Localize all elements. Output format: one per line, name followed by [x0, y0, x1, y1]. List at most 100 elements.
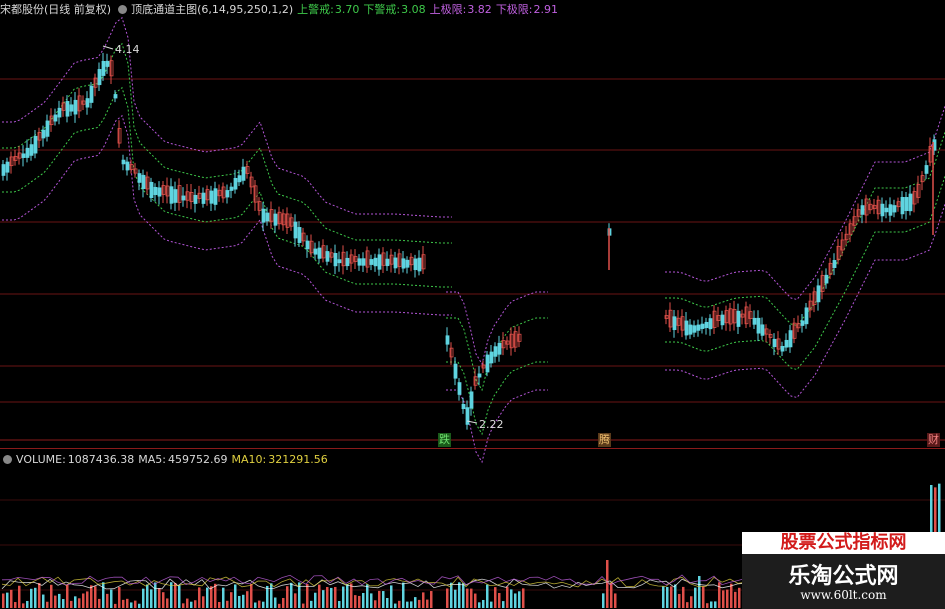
volume-bar [270, 583, 273, 608]
candle-body [97, 69, 102, 86]
volume-bar [398, 600, 401, 608]
volume-bar [294, 593, 297, 608]
volume-bar [198, 587, 201, 608]
candlestick-chart[interactable]: 4.14 2.22 [0, 0, 945, 609]
volume-bar [114, 603, 117, 608]
volume-bar [390, 585, 393, 608]
candle-body [33, 135, 38, 154]
volume-bar [366, 584, 369, 608]
volume-bar [30, 588, 33, 608]
volume-bar [42, 594, 45, 608]
volume-bar [166, 598, 169, 608]
volume-bar [358, 595, 361, 608]
candle-body [25, 147, 30, 158]
candle-body [313, 248, 318, 255]
watermark-top-text: 股票公式指标网 [742, 532, 945, 554]
candle-body [357, 258, 362, 266]
candle-body [385, 258, 390, 267]
candle-body [892, 205, 897, 213]
volume-bar [446, 588, 449, 608]
volume-bar [498, 593, 501, 608]
candle-body [57, 107, 62, 118]
candle-body [417, 257, 422, 272]
ma5-label: MA5: [138, 453, 166, 466]
candle-body [21, 153, 26, 158]
volume-bar [118, 587, 121, 608]
candle-body [265, 212, 270, 222]
marker-teng[interactable]: 腾 [598, 433, 611, 447]
candle-body [860, 205, 865, 215]
candle-body [692, 325, 697, 333]
candle-body [800, 320, 805, 326]
candle-body [325, 251, 330, 262]
volume-bar [22, 603, 25, 608]
volume-bar [74, 596, 77, 608]
candle-body [293, 221, 298, 239]
volume-bar [26, 600, 29, 608]
panel-separator [0, 448, 945, 449]
volume-bar [670, 586, 673, 608]
volume-bar [338, 601, 341, 608]
volume-bar [322, 590, 325, 608]
volume-bar [230, 592, 233, 608]
candle-body [173, 189, 178, 203]
volume-bar [310, 600, 313, 608]
candle-body [137, 173, 142, 183]
candle-body [121, 159, 126, 165]
candle-body [704, 321, 709, 329]
volume-bar [410, 601, 413, 608]
volume-bar [506, 586, 509, 608]
marker-cai[interactable]: 财 [927, 433, 940, 447]
candle-body [201, 192, 206, 204]
volume-bar [106, 593, 109, 608]
candle-body [465, 407, 470, 425]
volume-bar [2, 593, 5, 608]
volume-settings-icon[interactable] [3, 455, 12, 464]
volume-bar [62, 599, 65, 608]
volume-bar [218, 601, 221, 608]
volume-bar [90, 585, 93, 608]
volume-bar [394, 603, 397, 608]
price-gridlines [0, 78, 945, 591]
candle-body [101, 60, 106, 76]
volume-bar [726, 589, 729, 608]
volume-bar [494, 587, 497, 608]
candle-body [5, 161, 10, 173]
candle-body [672, 316, 677, 331]
volume-bar [454, 589, 457, 608]
volume-bar [502, 601, 505, 608]
volume-bar [178, 585, 181, 608]
channel-bands [2, 16, 945, 464]
candle-body [361, 258, 366, 266]
marker-die[interactable]: 跌 [438, 433, 451, 447]
candle-body [497, 342, 502, 355]
volume-bar [150, 589, 153, 608]
candle-body [708, 318, 713, 330]
volume-bar [318, 584, 321, 608]
candle-body [53, 114, 58, 122]
volume-bar [18, 585, 21, 608]
candle-body [125, 161, 130, 171]
volume-bar [98, 598, 101, 608]
volume-bar [330, 587, 333, 608]
candle-body [461, 403, 466, 410]
candle-body [413, 258, 418, 271]
volume-bar [46, 601, 49, 608]
volume-bar [710, 601, 713, 608]
volume-bar [214, 583, 217, 608]
candle-body [493, 346, 498, 357]
volume-bar [354, 595, 357, 608]
volume-bar [202, 596, 205, 608]
candle-body [696, 324, 701, 331]
volume-bar [130, 602, 133, 608]
candle-body [149, 181, 154, 199]
volume-bar [66, 584, 69, 608]
volume-bar [386, 598, 389, 608]
volume-bar [54, 595, 57, 608]
volume-bar [126, 598, 129, 608]
volume-bar [606, 560, 609, 608]
ma10-value: 321291.56 [268, 453, 328, 466]
candle-body [880, 203, 885, 217]
candle-body [213, 188, 218, 205]
volume-bar [678, 593, 681, 608]
